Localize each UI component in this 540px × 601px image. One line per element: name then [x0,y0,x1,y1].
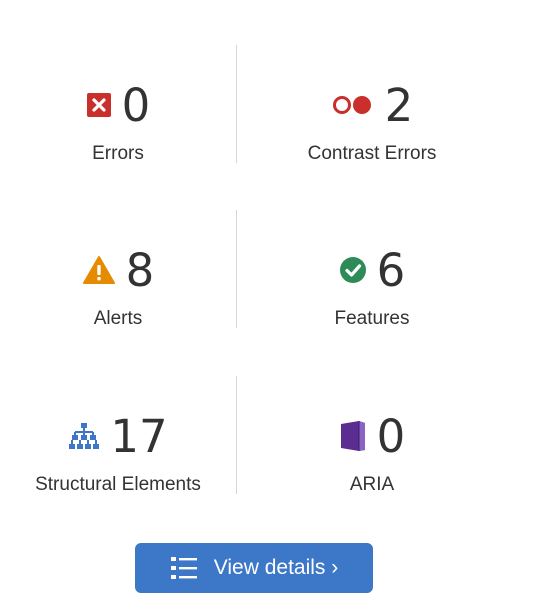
column-divider [236,210,237,328]
summary-row-2: 8 Alerts 6 Features [0,210,540,330]
view-details-button[interactable]: View details › [135,543,373,593]
errors-count: 0 [121,78,151,132]
sitemap-icon [68,422,100,450]
alerts-count: 8 [125,243,155,297]
alerts-label: Alerts [93,308,143,329]
alerts-summary: 8 Alerts [0,210,236,329]
structural-elements-summary: 17 Structural Elements [0,376,236,496]
summary-row-3: 17 Structural Elements 0 ARIA [0,376,540,496]
view-details-label: View details › [213,556,339,579]
column-divider [236,45,237,163]
contrast-errors-label: Contrast Errors [307,143,437,164]
aria-book-icon [339,420,367,452]
error-x-icon [86,92,112,118]
contrast-icon [331,94,375,116]
aria-label: ARIA [349,474,395,495]
features-summary: 6 Features [254,210,490,330]
alert-triangle-icon [82,255,116,285]
check-circle-icon [339,256,367,284]
aria-summary: 0 ARIA [254,376,490,495]
features-label: Features [334,308,410,329]
structural-elements-count: 17 [110,409,168,463]
contrast-errors-count: 2 [384,78,414,132]
aria-count: 0 [376,409,406,463]
summary-row-1: 0 Errors 2 Contrast Errors [0,45,540,165]
contrast-errors-summary: 2 Contrast Errors [254,45,490,165]
list-icon [170,556,198,580]
errors-summary: 0 Errors [0,45,236,164]
errors-label: Errors [92,143,144,164]
structural-elements-label: Structural Elements [35,474,201,495]
features-count: 6 [376,243,406,297]
wave-summary-panel: 0 Errors 2 Contrast Errors 8 Alerts 6 Fe… [0,0,540,601]
column-divider [236,376,237,494]
